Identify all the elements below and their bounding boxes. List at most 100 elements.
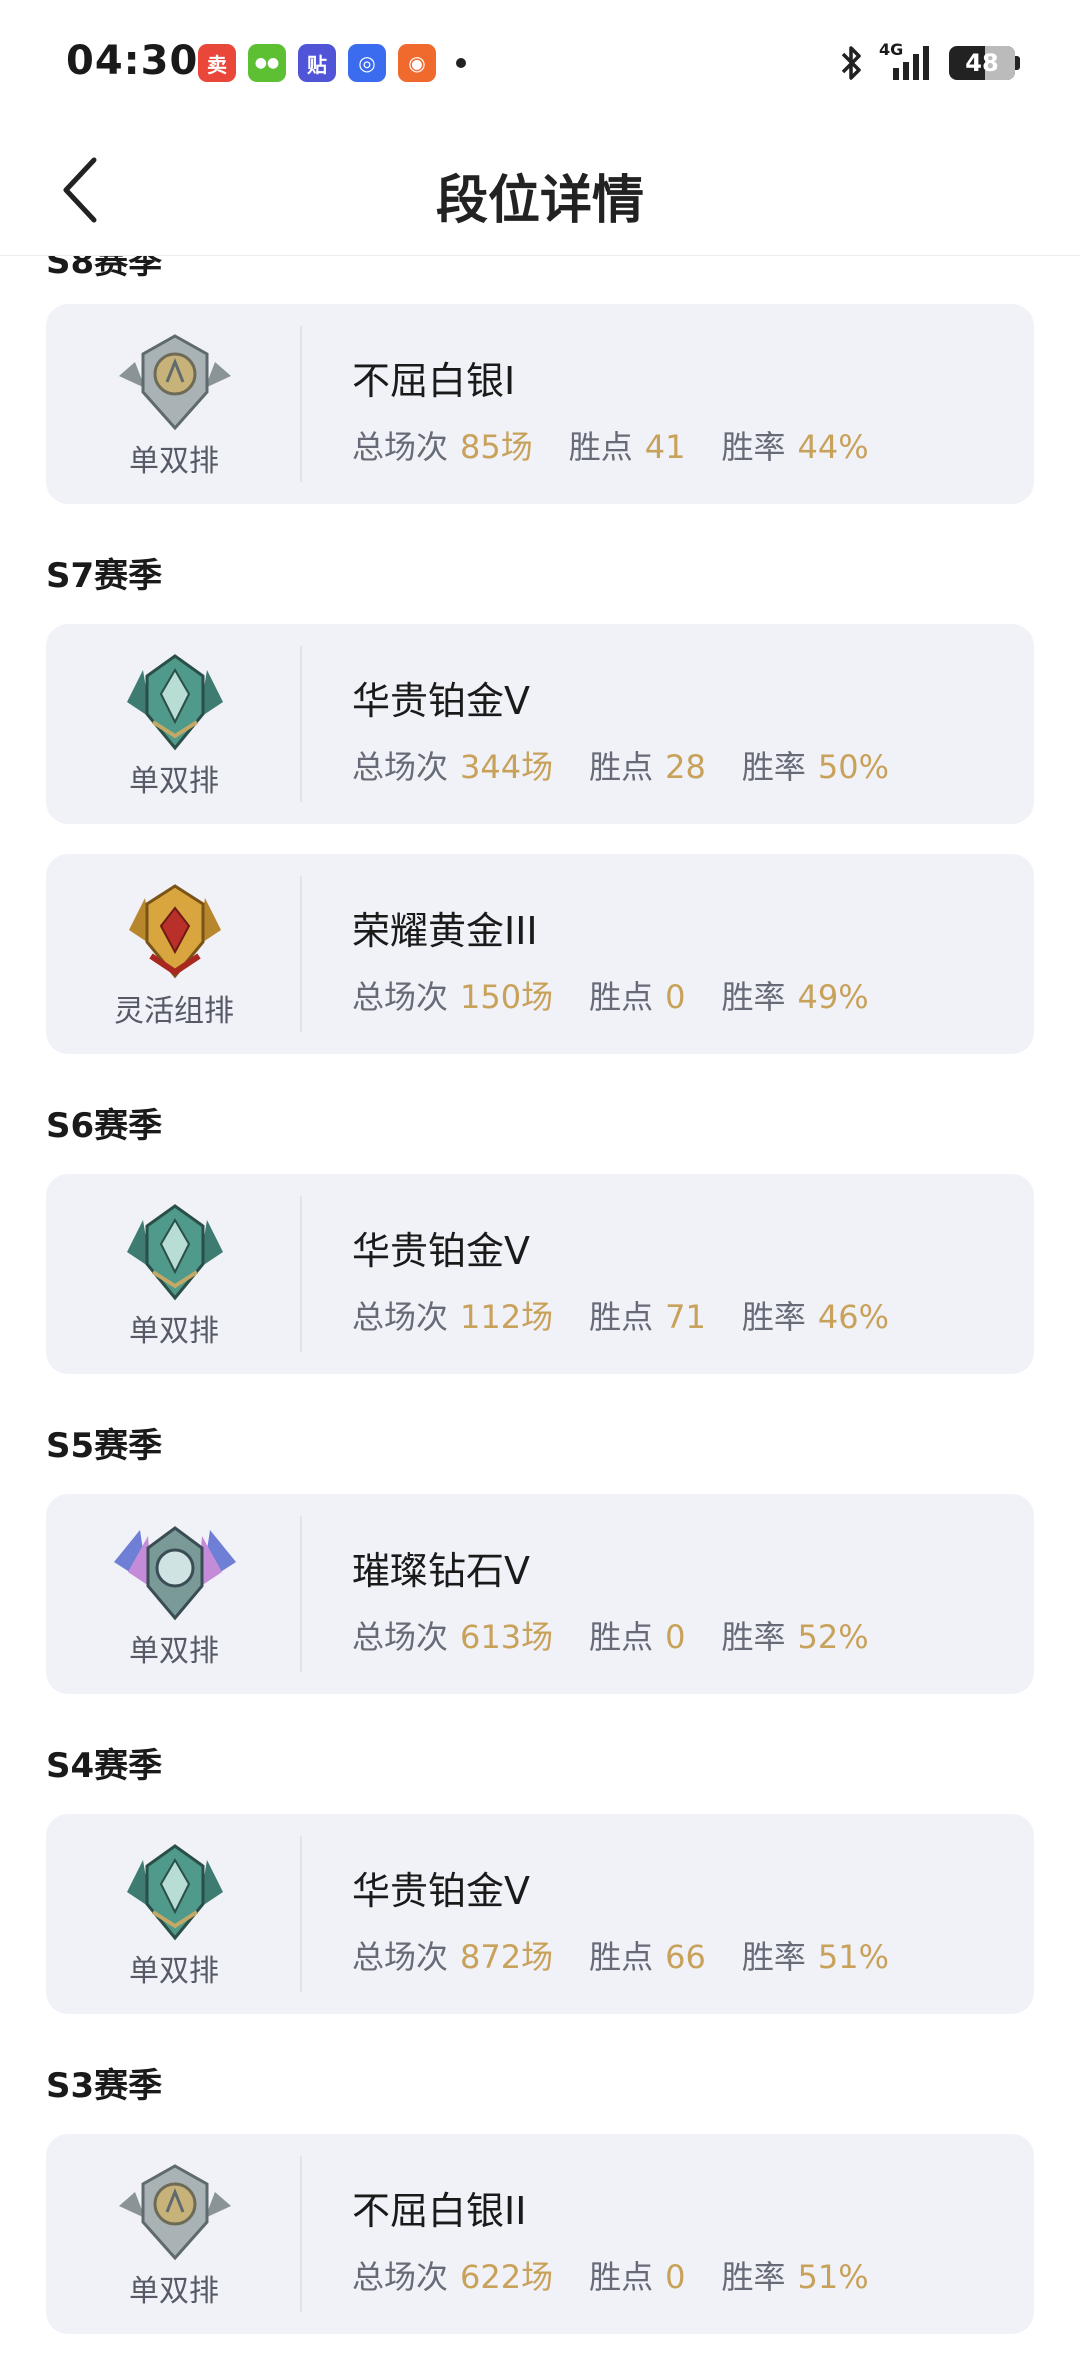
winrate-value: 50% [817, 748, 889, 786]
queue-type: 灵活组排 [114, 994, 234, 1029]
queue-type: 单双排 [129, 2274, 219, 2309]
season-label: S3赛季 [46, 2066, 163, 2106]
signal-icon: 4G [879, 40, 935, 82]
rank-stats: 总场次 613场 胜点 0 胜率 52% [352, 1612, 869, 1658]
rank-stats: 总场次 344场 胜点 28 胜率 50% [352, 742, 889, 788]
chat-app-icon: ◎ [348, 44, 386, 82]
games-value: 85场 [460, 428, 533, 466]
rank-name: 荣耀黄金III [352, 909, 538, 953]
gold-rank-badge-icon [110, 882, 240, 982]
lp-value: 0 [665, 2258, 686, 2296]
rank-name: 不屈白银I [352, 359, 516, 403]
lp-value: 71 [665, 1298, 706, 1336]
games-label: 总场次 [352, 1938, 449, 1976]
games-value: 344场 [460, 748, 554, 786]
bluetooth-icon [841, 46, 861, 80]
winrate-label: 胜率 [721, 1618, 786, 1656]
games-label: 总场次 [352, 1618, 449, 1656]
lp-label: 胜点 [589, 1298, 654, 1336]
platinum-rank-badge-icon [110, 1842, 240, 1942]
games-label: 总场次 [352, 2258, 449, 2296]
platinum-rank-badge-icon [110, 652, 240, 752]
nav-header: 段位详情 [0, 128, 1080, 256]
lp-label: 胜点 [589, 748, 654, 786]
battery-level: 48 [965, 49, 999, 77]
rank-name: 华贵铂金V [352, 679, 530, 723]
games-label: 总场次 [352, 748, 449, 786]
rank-card[interactable]: 灵活组排 荣耀黄金III 总场次 150场 胜点 0 胜率 49% [46, 854, 1034, 1054]
games-label: 总场次 [352, 428, 449, 466]
winrate-label: 胜率 [721, 2258, 786, 2296]
card-divider [300, 876, 302, 1032]
winrate-label: 胜率 [741, 748, 806, 786]
silver-rank-badge-icon [110, 2162, 240, 2262]
winrate-value: 51% [797, 2258, 869, 2296]
games-value: 872场 [460, 1938, 554, 1976]
rank-card[interactable]: 单双排 华贵铂金V 总场次 344场 胜点 28 胜率 50% [46, 624, 1034, 824]
shop-app-icon: 卖 [198, 44, 236, 82]
season-label: S6赛季 [46, 1106, 163, 1146]
season-label: S5赛季 [46, 1426, 163, 1466]
rank-card[interactable]: 单双排 璀璨钻石V 总场次 613场 胜点 0 胜率 52% [46, 1494, 1034, 1694]
rank-card[interactable]: 单双排 不屈白银II 总场次 622场 胜点 0 胜率 51% [46, 2134, 1034, 2334]
queue-type: 单双排 [129, 1954, 219, 1989]
rank-name: 不屈白银II [352, 2189, 527, 2233]
season-label: S8赛季 [46, 256, 163, 282]
rank-card[interactable]: 单双排 华贵铂金V 总场次 112场 胜点 71 胜率 46% [46, 1174, 1034, 1374]
rank-card[interactable]: 单双排 华贵铂金V 总场次 872场 胜点 66 胜率 51% [46, 1814, 1034, 2014]
rank-name: 华贵铂金V [352, 1229, 530, 1273]
status-time: 04:30 [66, 38, 199, 84]
lp-value: 0 [665, 1618, 686, 1656]
owl-app-icon: ●● [248, 44, 286, 82]
lp-label: 胜点 [589, 978, 654, 1016]
winrate-value: 46% [817, 1298, 889, 1336]
queue-type: 单双排 [129, 1314, 219, 1349]
games-value: 613场 [460, 1618, 554, 1656]
lp-label: 胜点 [589, 1938, 654, 1976]
rank-stats: 总场次 85场 胜点 41 胜率 44% [352, 422, 869, 468]
season-label: S4赛季 [46, 1746, 163, 1786]
card-divider [300, 1516, 302, 1672]
card-divider [300, 2156, 302, 2312]
winrate-value: 52% [797, 1618, 869, 1656]
winrate-label: 胜率 [741, 1298, 806, 1336]
rank-card[interactable]: 单双排 不屈白银I 总场次 85场 胜点 41 胜率 44% [46, 304, 1034, 504]
rank-name: 华贵铂金V [352, 1869, 530, 1913]
notification-icons: 卖 ●● 贴 ◎ ◉ [198, 44, 466, 82]
season-label: S7赛季 [46, 556, 163, 596]
tieba-app-icon: 贴 [298, 44, 336, 82]
lp-label: 胜点 [589, 1618, 654, 1656]
platinum-rank-badge-icon [110, 1202, 240, 1302]
rank-history-list[interactable]: S8赛季 单双排 不屈白银I 总场次 85场胜点 41 胜率 44% S7赛季 [0, 256, 1080, 2376]
winrate-label: 胜率 [741, 1938, 806, 1976]
lp-value: 0 [665, 978, 686, 1016]
lp-value: 41 [644, 428, 686, 466]
queue-type: 单双排 [129, 764, 219, 799]
rank-name: 璀璨钻石V [352, 1549, 530, 1593]
status-bar: 04:30 卖 ●● 贴 ◎ ◉ 4G 48 [0, 0, 1080, 128]
rank-stats: 总场次 112场 胜点 71 胜率 46% [352, 1292, 889, 1338]
rank-stats: 总场次 872场 胜点 66 胜率 51% [352, 1932, 889, 1978]
battery-icon: 48 [949, 46, 1015, 80]
card-divider [300, 326, 302, 482]
winrate-label: 胜率 [721, 978, 786, 1016]
winrate-label: 胜率 [721, 428, 786, 466]
winrate-value: 44% [797, 428, 869, 466]
games-label: 总场次 [352, 978, 449, 1016]
card-divider [300, 646, 302, 802]
lp-label: 胜点 [568, 428, 633, 466]
rank-stats: 总场次 150场 胜点 0 胜率 49% [352, 972, 869, 1018]
games-value: 112场 [460, 1298, 554, 1336]
card-divider [300, 1836, 302, 1992]
silver-rank-badge-icon [110, 332, 240, 432]
games-label: 总场次 [352, 1298, 449, 1336]
winrate-value: 51% [817, 1938, 889, 1976]
kuaishou-app-icon: ◉ [398, 44, 436, 82]
games-value: 622场 [460, 2258, 554, 2296]
system-icons: 4G 48 [839, 40, 1020, 82]
more-notifications-dot [456, 58, 466, 68]
card-divider [300, 1196, 302, 1352]
rank-stats: 总场次 622场 胜点 0 胜率 51% [352, 2252, 869, 2298]
lp-label: 胜点 [589, 2258, 654, 2296]
winrate-value: 49% [797, 978, 869, 1016]
